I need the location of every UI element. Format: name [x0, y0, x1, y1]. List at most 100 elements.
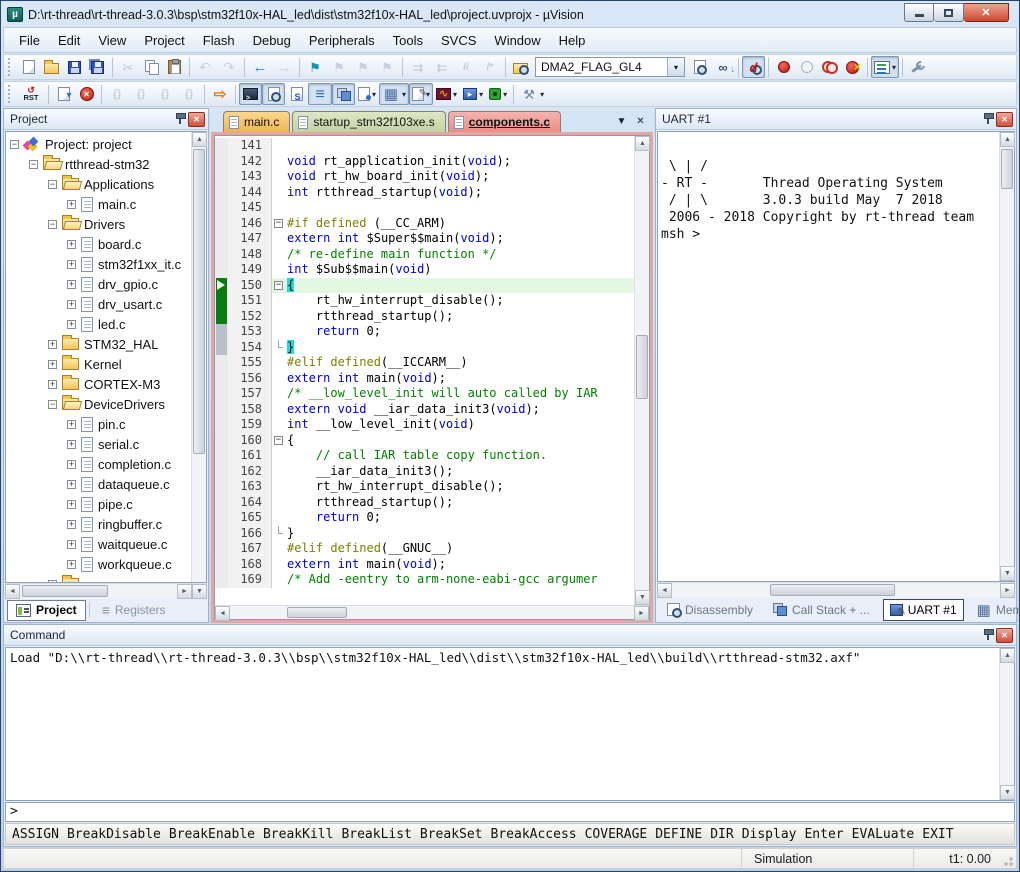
view-tab-disassembly[interactable]: Disassembly — [660, 599, 760, 621]
previous-bookmark-button[interactable] — [327, 56, 351, 78]
tree-item-applications[interactable]: −Applications — [6, 174, 191, 194]
scroll-down-icon[interactable]: ▼ — [1000, 566, 1015, 581]
save-button[interactable] — [63, 56, 86, 78]
menu-file[interactable]: File — [10, 29, 49, 52]
dropdown-arrow-icon[interactable]: ▾ — [892, 63, 896, 72]
window-layout-button[interactable]: ▾ — [871, 56, 899, 78]
fold-collapse-icon[interactable]: − — [274, 436, 283, 445]
command-button-define[interactable]: DEFINE — [651, 827, 706, 842]
scroll-up-icon[interactable]: ▲ — [635, 136, 650, 151]
tree-item-devicedrivers[interactable]: −DeviceDrivers — [6, 394, 191, 414]
view-tab-call-stack[interactable]: Call Stack + ... — [766, 599, 877, 621]
expand-icon[interactable]: + — [67, 560, 76, 569]
code-editor[interactable]: 141142void rt_application_init(void);143… — [215, 136, 634, 605]
editor-vscrollbar[interactable]: ▲ ▼ — [634, 136, 649, 605]
menu-flash[interactable]: Flash — [194, 29, 244, 52]
code-line-165[interactable]: 165 return 0; — [215, 510, 634, 526]
command-button-display[interactable]: Display — [738, 827, 801, 842]
command-button-breakset[interactable]: BreakSet — [416, 827, 487, 842]
menu-edit[interactable]: Edit — [49, 29, 89, 52]
step-over-button[interactable] — [129, 83, 153, 105]
enable-disable-breakpoint-button[interactable] — [795, 56, 818, 78]
paste-button[interactable] — [163, 56, 186, 78]
scroll-thumb[interactable] — [22, 585, 108, 597]
expand-icon[interactable]: + — [67, 300, 76, 309]
tree-item-drivers[interactable]: −Drivers — [6, 214, 191, 234]
command-button-assign[interactable]: ASSIGN — [8, 827, 63, 842]
tab-components-c[interactable]: components.c — [448, 111, 561, 132]
disassembly-window-button[interactable] — [262, 83, 285, 105]
menu-project[interactable]: Project — [135, 29, 193, 52]
close-panel-button[interactable]: ✕ — [996, 628, 1013, 643]
resize-grip[interactable] — [1003, 849, 1016, 868]
tree-item-stm32f1xx-it-c[interactable]: +stm32f1xx_it.c — [6, 254, 191, 274]
code-line-161[interactable]: 161 // call IAR table copy function. — [215, 448, 634, 464]
dropdown-arrow-icon[interactable]: ▾ — [453, 90, 457, 99]
view-tab-memory-1[interactable]: Memory 1 — [970, 597, 1020, 623]
tree-item-pin-c[interactable]: +pin.c — [6, 414, 191, 434]
unindent-button[interactable] — [430, 56, 454, 78]
code-line-166[interactable]: 166} — [215, 526, 634, 542]
code-line-159[interactable]: 159int __low_level_init(void) — [215, 417, 634, 433]
command-button-evaluate[interactable]: EVALuate — [848, 827, 919, 842]
symbol-window-button[interactable] — [285, 83, 308, 105]
menu-tools[interactable]: Tools — [384, 29, 432, 52]
menu-window[interactable]: Window — [485, 29, 549, 52]
command-window-button[interactable] — [239, 83, 262, 105]
expand-icon[interactable]: + — [67, 480, 76, 489]
minimize-button[interactable] — [904, 3, 934, 22]
expand-icon[interactable]: + — [67, 260, 76, 269]
system-viewer-windows-button[interactable]: ▾ — [486, 83, 510, 105]
run-to-cursor-button[interactable] — [177, 83, 201, 105]
scroll-right-icon[interactable]: ► — [177, 584, 192, 599]
code-line-163[interactable]: 163 rt_hw_interrupt_disable(); — [215, 479, 634, 495]
maximize-button[interactable] — [934, 3, 964, 22]
reset-cpu-button[interactable] — [17, 83, 45, 105]
collapse-icon[interactable]: − — [48, 400, 57, 409]
pin-panel-button[interactable] — [979, 112, 996, 127]
editor-hscrollbar[interactable]: ◄ ► — [214, 605, 650, 620]
tree-item-folder[interactable]: + — [6, 574, 191, 582]
expand-icon[interactable]: + — [67, 280, 76, 289]
fold-collapse-icon[interactable]: − — [274, 281, 283, 290]
project-tree-hscrollbar[interactable]: ◄ ► ▼ — [5, 583, 207, 598]
code-line-145[interactable]: 145 — [215, 200, 634, 216]
code-line-168[interactable]: 168extern int main(void); — [215, 557, 634, 573]
close-file-button[interactable]: ✕ — [632, 113, 649, 130]
code-line-150[interactable]: 150−{ — [215, 278, 634, 294]
code-line-152[interactable]: 152 rtthread_startup(); — [215, 309, 634, 325]
tree-item-ringbuffer-c[interactable]: +ringbuffer.c — [6, 514, 191, 534]
command-button-coverage[interactable]: COVERAGE — [581, 827, 652, 842]
scroll-down-icon[interactable]: ▼ — [1000, 785, 1015, 800]
expand-icon[interactable]: + — [48, 360, 57, 369]
panel-tab-project[interactable]: Project — [7, 600, 86, 621]
project-tree-vscrollbar[interactable]: ▲ — [191, 132, 206, 582]
navigate-forward-button[interactable] — [272, 56, 296, 78]
code-line-158[interactable]: 158extern void __iar_data_init3(void); — [215, 402, 634, 418]
tree-item-drv-gpio-c[interactable]: +drv_gpio.c — [6, 274, 191, 294]
menu-view[interactable]: View — [89, 29, 135, 52]
scroll-down-icon[interactable]: ▼ — [635, 590, 650, 605]
dropdown-arrow-icon[interactable]: ▾ — [503, 90, 507, 99]
menu-debug[interactable]: Debug — [244, 29, 300, 52]
scroll-thumb[interactable] — [1001, 149, 1013, 189]
serial-windows-button[interactable]: ▾ — [409, 83, 433, 105]
expand-icon[interactable]: + — [67, 460, 76, 469]
cut-button[interactable] — [116, 56, 140, 78]
find-button[interactable] — [688, 56, 711, 78]
insert-remove-breakpoint-button[interactable] — [772, 56, 795, 78]
tree-item-waitqueue-c[interactable]: +waitqueue.c — [6, 534, 191, 554]
insert-bookmark-button[interactable] — [303, 56, 327, 78]
command-button-breakkill[interactable]: BreakKill — [259, 827, 337, 842]
tree-item-workqueue-c[interactable]: +workqueue.c — [6, 554, 191, 574]
call-stack-window-button[interactable] — [332, 83, 355, 105]
tree-item-stm32-hal[interactable]: +STM32_HAL — [6, 334, 191, 354]
analysis-windows-button[interactable]: ▾ — [433, 83, 460, 105]
scroll-up-icon[interactable]: ▲ — [1000, 648, 1015, 663]
expand-icon[interactable]: + — [48, 380, 57, 389]
uart-terminal[interactable]: \ | / - RT - Thread Operating System / |… — [658, 132, 999, 581]
toolbox-button[interactable]: ▾ — [517, 83, 547, 105]
panel-tab-registers[interactable]: Registers — [93, 600, 175, 621]
run-button[interactable] — [52, 83, 75, 105]
incremental-find-button[interactable] — [711, 56, 735, 78]
